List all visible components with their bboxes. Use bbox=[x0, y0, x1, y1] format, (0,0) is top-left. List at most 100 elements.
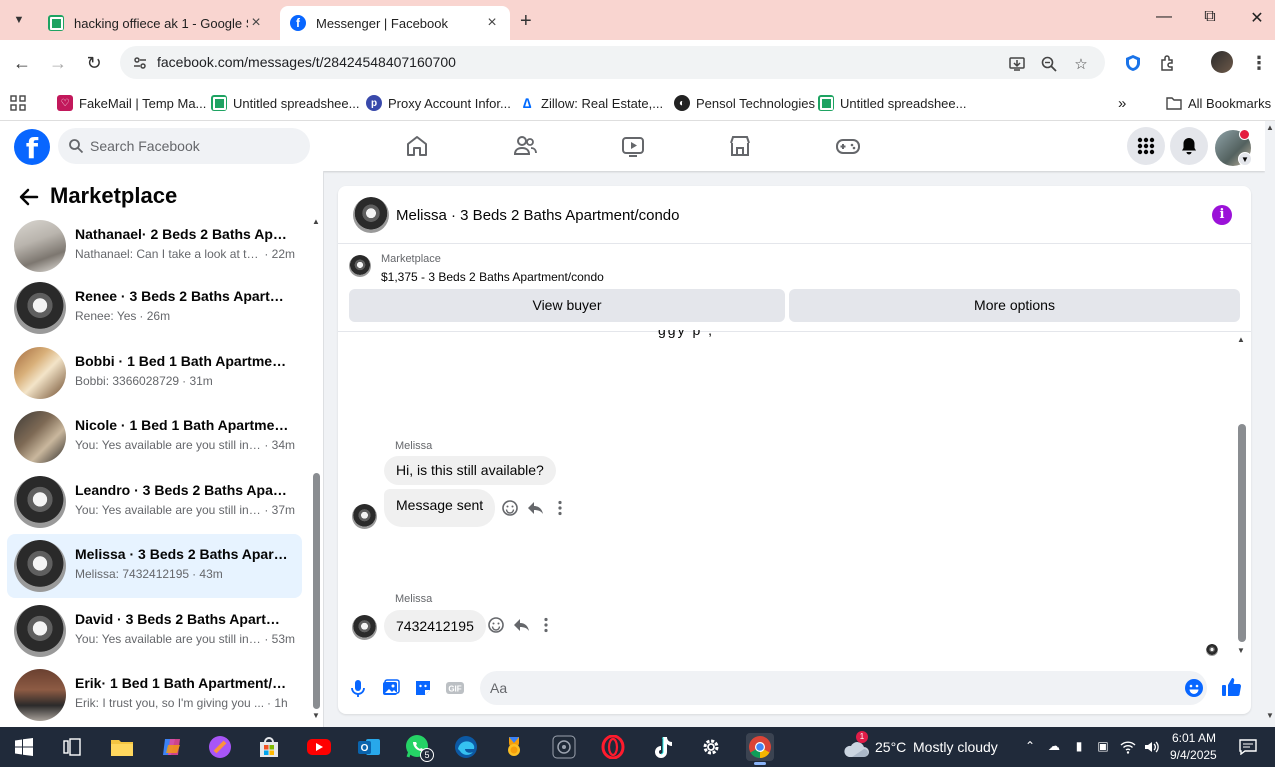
wifi-icon[interactable] bbox=[1120, 739, 1136, 755]
show-hidden-icons-chevron-icon[interactable]: ⌃ bbox=[1022, 739, 1038, 755]
scrollbar-thumb[interactable] bbox=[313, 473, 320, 709]
microsoft-store-icon[interactable] bbox=[255, 733, 283, 761]
restore-window-icon[interactable]: ⧉ bbox=[1198, 8, 1222, 26]
bookmark-untitled-spreadsheet-2[interactable]: Untitled spreadshee... bbox=[818, 93, 966, 113]
chrome-icon[interactable] bbox=[746, 733, 774, 765]
reply-icon[interactable] bbox=[512, 616, 530, 634]
whatsapp-icon[interactable]: 5 bbox=[403, 733, 434, 762]
listing-price[interactable]: $1,375 - 3 Beds 2 Baths Apartment/condo bbox=[381, 270, 604, 284]
microphone-icon[interactable] bbox=[348, 678, 368, 698]
marketplace-icon[interactable] bbox=[727, 133, 753, 159]
address-bar[interactable]: facebook.com/messages/t/2842454840716070… bbox=[120, 46, 1105, 79]
account-chevron-icon[interactable]: ▼ bbox=[1238, 152, 1252, 166]
bookmark-star-icon[interactable]: ☆ bbox=[1072, 55, 1090, 73]
conversation-item-leandro[interactable]: Leandro · 3 Beds 2 Baths Apart... You: Y… bbox=[7, 470, 302, 534]
site-settings-icon[interactable] bbox=[132, 55, 148, 71]
app-purple-icon[interactable] bbox=[206, 733, 234, 761]
onedrive-cloud-icon[interactable]: ☁ bbox=[1046, 739, 1062, 755]
more-vertical-icon[interactable] bbox=[537, 616, 555, 634]
apps-grid-icon[interactable] bbox=[10, 93, 26, 113]
bookmark-fakemail[interactable]: ♡ FakeMail | Temp Ma... bbox=[57, 93, 206, 113]
conversation-item-renee[interactable]: Renee · 3 Beds 2 Baths Apartme... Renee:… bbox=[7, 276, 302, 340]
tab-search-chevron-icon[interactable]: ▼ bbox=[8, 9, 30, 31]
view-buyer-button[interactable]: View buyer bbox=[349, 289, 785, 322]
outlook-icon[interactable]: O bbox=[355, 733, 383, 761]
scroll-up-arrow-icon[interactable]: ▲ bbox=[312, 217, 320, 226]
scroll-down-arrow-icon[interactable]: ▼ bbox=[1237, 646, 1245, 655]
photo-gallery-icon[interactable] bbox=[381, 678, 401, 698]
conversation-item-nicole[interactable]: Nicole · 1 Bed 1 Bath Apartment... You: … bbox=[7, 405, 302, 469]
opera-icon[interactable] bbox=[599, 733, 627, 761]
new-tab-plus-icon[interactable]: + bbox=[520, 10, 532, 33]
home-icon[interactable] bbox=[404, 133, 430, 159]
forward-arrow-icon[interactable]: → bbox=[47, 52, 69, 74]
close-window-icon[interactable]: ✕ bbox=[1245, 8, 1269, 28]
search-box[interactable] bbox=[58, 128, 310, 164]
browser-menu-icon[interactable]: ⋮ bbox=[1249, 53, 1269, 73]
chat-scrollbar[interactable]: ▲ ▼ bbox=[1236, 334, 1248, 664]
clock-date[interactable]: 9/4/2025 bbox=[1170, 748, 1217, 762]
more-vertical-icon[interactable] bbox=[551, 499, 569, 517]
scroll-down-arrow-icon[interactable]: ▼ bbox=[312, 711, 320, 720]
info-icon[interactable]: i bbox=[1212, 205, 1232, 225]
close-tab-icon[interactable]: × bbox=[248, 14, 264, 32]
message-input[interactable] bbox=[480, 671, 1207, 705]
bookmark-untitled-spreadsheet-1[interactable]: Untitled spreadshee... bbox=[211, 93, 359, 113]
rewards-trophy-icon[interactable] bbox=[500, 733, 528, 761]
app-dark-square-icon[interactable] bbox=[550, 733, 578, 761]
edge-icon[interactable] bbox=[452, 733, 480, 761]
friends-icon[interactable] bbox=[512, 133, 538, 159]
search-input[interactable] bbox=[90, 138, 290, 154]
install-app-icon[interactable] bbox=[1008, 55, 1026, 73]
battery-icon[interactable]: ▮ bbox=[1071, 739, 1087, 755]
bookmark-proxy-account[interactable]: p Proxy Account Infor... bbox=[366, 93, 511, 113]
thumbs-up-icon[interactable] bbox=[1220, 676, 1242, 698]
back-arrow-icon[interactable]: ← bbox=[11, 52, 33, 74]
page-scrollbar[interactable]: ▲ ▼ bbox=[1265, 121, 1275, 721]
meet-now-icon[interactable]: ▣ bbox=[1095, 739, 1111, 755]
more-bookmarks-chevron-icon[interactable]: » bbox=[1118, 93, 1126, 113]
scroll-down-arrow-icon[interactable]: ▼ bbox=[1266, 711, 1274, 720]
settings-gear-icon[interactable] bbox=[697, 733, 725, 761]
youtube-icon[interactable] bbox=[305, 733, 333, 761]
menu-grid-button[interactable] bbox=[1127, 127, 1165, 165]
conversation-item-nathanael[interactable]: Nathanael· 2 Beds 2 Baths Apart... Natha… bbox=[7, 214, 302, 278]
copilot-icon[interactable] bbox=[158, 733, 186, 761]
notification-center-icon[interactable] bbox=[1238, 739, 1258, 756]
reply-icon[interactable] bbox=[526, 499, 544, 517]
scroll-up-arrow-icon[interactable]: ▲ bbox=[1266, 123, 1274, 132]
start-windows-icon[interactable] bbox=[10, 733, 38, 761]
zoom-icon[interactable] bbox=[1040, 55, 1058, 73]
bookmark-zillow[interactable]: ∆ Zillow: Real Estate,... bbox=[519, 93, 663, 113]
gif-icon[interactable]: GIF bbox=[445, 678, 465, 698]
close-tab-icon[interactable]: × bbox=[484, 14, 500, 32]
tiktok-icon[interactable] bbox=[648, 733, 676, 761]
weather-temperature[interactable]: 25°C bbox=[875, 739, 906, 755]
message-bubble[interactable]: Hi, is this still available? bbox=[384, 456, 556, 485]
weather-description[interactable]: Mostly cloudy bbox=[913, 739, 998, 755]
all-bookmarks-button[interactable]: All Bookmarks bbox=[1166, 93, 1271, 113]
conversation-item-david[interactable]: David · 3 Beds 2 Baths Apartme... You: Y… bbox=[7, 599, 302, 663]
shield-extension-icon[interactable] bbox=[1123, 53, 1143, 73]
extensions-puzzle-icon[interactable] bbox=[1158, 53, 1178, 73]
listing-thumbnail[interactable] bbox=[349, 255, 371, 277]
tab-google-sheets[interactable]: hacking offiece ak 1 - Google Sh × bbox=[38, 6, 274, 40]
conversation-item-bobbi[interactable]: Bobbi · 1 Bed 1 Bath Apartment/... Bobbi… bbox=[7, 341, 302, 405]
profile-avatar-icon[interactable] bbox=[1211, 51, 1233, 73]
back-arrow-icon[interactable] bbox=[18, 186, 40, 208]
message-bubble[interactable]: 7432412195 bbox=[384, 610, 486, 642]
react-emoji-icon[interactable] bbox=[501, 499, 519, 517]
facebook-logo[interactable]: f bbox=[14, 129, 50, 165]
emoji-icon[interactable] bbox=[1184, 678, 1204, 698]
sender-avatar[interactable] bbox=[352, 504, 377, 529]
sidebar-scrollbar[interactable]: ▲ ▼ bbox=[310, 211, 322, 721]
conversation-item-melissa[interactable]: Melissa · 3 Beds 2 Baths Apartm... Melis… bbox=[7, 534, 302, 598]
scroll-up-arrow-icon[interactable]: ▲ bbox=[1237, 335, 1245, 344]
sender-avatar[interactable] bbox=[352, 615, 377, 640]
chat-title[interactable]: Melissa · 3 Beds 2 Baths Apartment/condo bbox=[396, 207, 679, 224]
scrollbar-thumb[interactable] bbox=[1238, 424, 1246, 642]
more-options-button[interactable]: More options bbox=[789, 289, 1240, 322]
clock-time[interactable]: 6:01 AM bbox=[1172, 731, 1216, 745]
chat-avatar[interactable] bbox=[353, 197, 389, 233]
react-emoji-icon[interactable] bbox=[487, 616, 505, 634]
